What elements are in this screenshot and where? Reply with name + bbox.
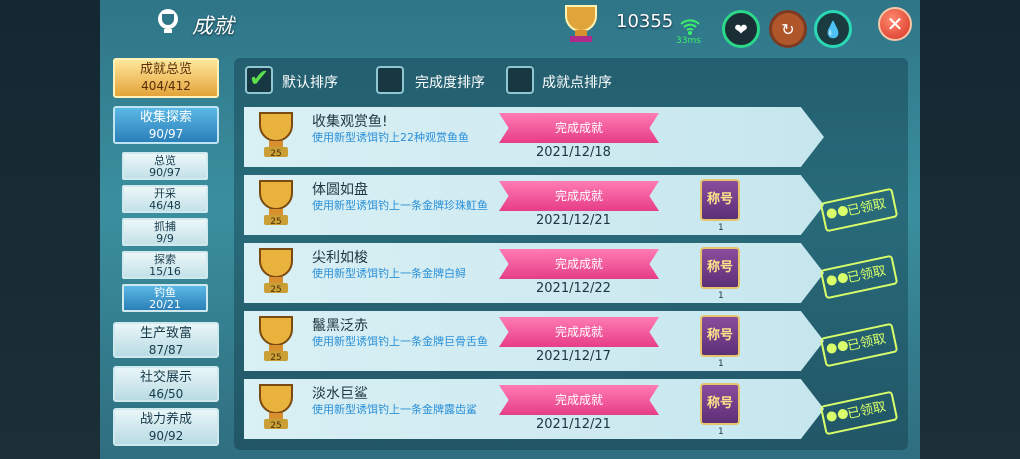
mascot-icon: ●●: [824, 405, 850, 425]
status-ribbon: 完成成就: [499, 181, 659, 211]
sidebar-combat[interactable]: 战力养成 90/92: [113, 408, 219, 446]
default-sort-checkbox[interactable]: [245, 64, 273, 94]
achievement-desc: 使用新型诱饵钓上一条金牌珍珠魟鱼: [312, 199, 488, 212]
water-button[interactable]: 💧: [814, 10, 852, 48]
sidebar-social[interactable]: 社交展示 46/50: [113, 366, 219, 402]
right-edge: [920, 0, 1020, 459]
trophy-icon: 25: [259, 384, 293, 431]
achievement-name: 尖利如梭: [312, 250, 368, 266]
status-ribbon: 完成成就: [499, 249, 659, 279]
achievement-desc: 使用新型诱饵钓上22种观赏鱼鱼: [312, 131, 469, 144]
cat-value: 46/50: [148, 387, 184, 401]
water-drop-icon: 💧: [823, 19, 843, 39]
cat-label: 生产致富: [139, 326, 192, 341]
cat-label: 战力养成: [139, 412, 192, 427]
completion-sort-checkbox[interactable]: [376, 66, 404, 94]
reward-count: 1: [718, 359, 724, 369]
coin-count: 10355: [616, 11, 674, 32]
cat-label: 社交展示: [139, 370, 192, 385]
sub-explore[interactable]: 探索 15/16: [122, 251, 208, 279]
points-label: 25: [270, 421, 281, 431]
reward-count: 1: [718, 427, 724, 437]
achievement-date: 2021/12/21: [536, 213, 611, 228]
reward-count: 1: [718, 223, 724, 233]
points-sort-label: 成就点排序: [542, 75, 612, 91]
achievement-desc: 使用新型诱饵钓上一条金牌露齿鲨: [312, 403, 477, 416]
sidebar-collect-label: 收集探索: [139, 110, 192, 125]
points-sort-checkbox[interactable]: [506, 66, 534, 94]
sidebar-collect[interactable]: 收集探索 90/97: [113, 106, 219, 144]
sub-value: 46/48: [149, 199, 181, 212]
trophy-icon: 25: [259, 316, 293, 363]
title-reward-badge[interactable]: 称号: [700, 179, 740, 221]
status-ribbon: 完成成就: [499, 385, 659, 415]
achievement-date: 2021/12/22: [536, 281, 611, 296]
achievement-row[interactable]: 25 鬣黑泛赤 使用新型诱饵钓上一条金牌巨骨舌鱼 完成成就 2021/12/17…: [244, 311, 824, 371]
sub-value: 20/21: [149, 298, 181, 311]
achievement-name: 收集观赏鱼!: [312, 114, 388, 130]
reward-count: 1: [718, 291, 724, 301]
achievement-desc: 使用新型诱饵钓上一条金牌白鲟: [312, 267, 466, 280]
mascot-icon: ●●: [824, 269, 850, 289]
achievement-name: 体圆如盘: [312, 182, 368, 198]
title-reward-badge[interactable]: 称号: [700, 315, 740, 357]
points-label: 25: [270, 285, 281, 295]
title-reward-badge[interactable]: 称号: [700, 383, 740, 425]
sub-value: 15/16: [149, 265, 181, 278]
achievement-row[interactable]: 25 收集观赏鱼! 使用新型诱饵钓上22种观赏鱼鱼 完成成就 2021/12/1…: [244, 107, 824, 167]
achievement-date: 2021/12/21: [536, 417, 611, 432]
achievement-desc: 使用新型诱饵钓上一条金牌巨骨舌鱼: [312, 335, 488, 348]
ping-readout: 33ms: [676, 36, 701, 46]
page-title: 成就: [192, 14, 234, 38]
trophy-icon: 25: [259, 180, 293, 227]
claimed-label: 已领取: [846, 399, 888, 423]
sub-fishing[interactable]: 钓鱼 20/21: [122, 284, 208, 312]
trophy-icon: 25: [259, 112, 293, 159]
close-icon: ✕: [886, 12, 904, 36]
energy-button[interactable]: ↻: [769, 10, 807, 48]
achievement-row[interactable]: 25 体圆如盘 使用新型诱饵钓上一条金牌珍珠魟鱼 完成成就 2021/12/21…: [244, 175, 824, 235]
sub-overview[interactable]: 总览 90/97: [122, 152, 208, 180]
claimed-label: 已领取: [846, 331, 888, 355]
completion-sort-label: 完成度排序: [415, 75, 485, 91]
mascot-icon: ●●: [824, 337, 850, 357]
refresh-icon: ↻: [781, 19, 795, 39]
sub-value: 9/9: [156, 232, 174, 245]
sidebar-production[interactable]: 生产致富 87/87: [113, 322, 219, 358]
sub-value: 90/97: [149, 166, 181, 179]
wifi-icon: [680, 19, 700, 35]
sidebar-overview[interactable]: 成就总览 404/412: [113, 58, 219, 98]
points-label: 25: [270, 217, 281, 227]
cat-value: 90/92: [148, 429, 184, 443]
status-ribbon: 完成成就: [499, 317, 659, 347]
sidebar-overview-value: 404/412: [141, 79, 191, 93]
points-label: 25: [270, 149, 281, 159]
achievement-row[interactable]: 25 淡水巨鲨 使用新型诱饵钓上一条金牌露齿鲨 完成成就 2021/12/21 …: [244, 379, 824, 439]
points-label: 25: [270, 353, 281, 363]
achievement-name: 鬣黑泛赤: [312, 318, 368, 334]
status-ribbon: 完成成就: [499, 113, 659, 143]
close-button[interactable]: ✕: [878, 7, 912, 41]
mascot-icon: ●●: [824, 202, 850, 222]
left-edge: [0, 0, 100, 459]
achievement-date: 2021/12/17: [536, 349, 611, 364]
sidebar-overview-label: 成就总览: [139, 62, 192, 77]
claimed-label: 已领取: [846, 196, 888, 220]
sub-capture[interactable]: 抓捕 9/9: [122, 218, 208, 246]
cat-value: 87/87: [148, 343, 184, 357]
sidebar-collect-value: 90/97: [148, 127, 184, 141]
claimed-label: 已领取: [846, 263, 888, 287]
trophy-icon: [158, 9, 178, 33]
achievement-date: 2021/12/18: [536, 145, 611, 160]
heart-icon: ❤: [734, 19, 748, 39]
achievement-row[interactable]: 25 尖利如梭 使用新型诱饵钓上一条金牌白鲟 完成成就 2021/12/22 称…: [244, 243, 824, 303]
gold-cup-icon: [565, 5, 597, 42]
sub-mining[interactable]: 开采 46/48: [122, 185, 208, 213]
title-reward-badge[interactable]: 称号: [700, 247, 740, 289]
default-sort-label: 默认排序: [282, 75, 338, 91]
health-button[interactable]: ❤: [722, 10, 760, 48]
achievement-name: 淡水巨鲨: [312, 386, 368, 402]
trophy-icon: 25: [259, 248, 293, 295]
